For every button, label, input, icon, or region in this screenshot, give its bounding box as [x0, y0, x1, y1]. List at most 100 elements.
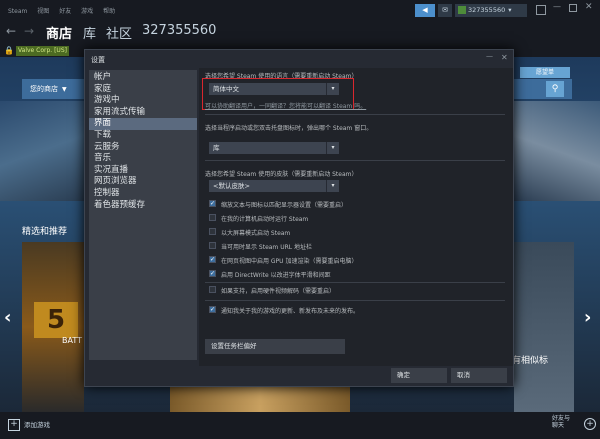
nav-item-downloads[interactable]: 下载 — [89, 130, 197, 142]
back-arrow-icon[interactable]: ← — [6, 24, 16, 38]
lock-icon: 🔒 — [4, 46, 14, 55]
wishlist-button[interactable]: 愿望单 — [520, 67, 570, 78]
option-label: 当可用时显示 Steam URL 地址栏 — [221, 244, 312, 251]
friends-chat-button[interactable]: 好友与 聊天 — [552, 415, 580, 429]
minimize-icon[interactable]: — — [553, 2, 561, 11]
separator — [205, 300, 505, 301]
menu-steam[interactable]: Steam — [8, 8, 27, 15]
option-row[interactable]: ✓ 通知我关于我的游戏的更新、新发布及未来的发布。 — [209, 305, 509, 315]
close-icon[interactable]: ✕ — [585, 2, 593, 12]
account-avatar — [458, 6, 466, 14]
bottom-art — [170, 387, 350, 412]
nav-item-music[interactable]: 音乐 — [89, 153, 197, 165]
checkmark-icon[interactable]: ✓ — [209, 306, 216, 313]
account-name: 327355560 — [468, 6, 506, 14]
option-checkbox[interactable] — [209, 214, 216, 221]
plus-icon: + — [8, 419, 20, 431]
nav-item-family[interactable]: 家庭 — [89, 84, 197, 96]
chevron-down-icon: ▾ — [326, 180, 339, 192]
nav-item-broadcast[interactable]: 实况直播 — [89, 165, 197, 177]
settings-nav: 帐户 家庭 游戏中 家用流式传输 界面 下载 云服务 音乐 实况直播 网页浏览器… — [89, 70, 197, 360]
maximize-icon[interactable] — [569, 4, 577, 12]
nav-row: ← → 商店 库 社区 327355560 — [0, 19, 600, 45]
nav-community[interactable]: 社区 — [106, 23, 132, 42]
nav-item-ingame[interactable]: 游戏中 — [89, 95, 197, 107]
similar-tag-text: 有相似标 — [512, 356, 549, 366]
skin-label: 选择您希望 Steam 使用的皮肤（需要重新启动 Steam） — [205, 171, 358, 178]
broadcast-button[interactable]: ◀ — [415, 4, 435, 17]
checkmark-icon[interactable]: ✓ — [209, 270, 216, 277]
dialog-minimize-icon[interactable]: — — [486, 52, 493, 60]
notifications-button[interactable]: ✉ — [438, 4, 452, 17]
skin-dropdown[interactable]: <默认皮肤> ▾ — [209, 180, 339, 192]
add-game-button[interactable]: + 添加游戏 — [8, 418, 50, 432]
forward-arrow-icon[interactable]: → — [24, 24, 34, 38]
search-icon: ⚲ — [551, 84, 559, 94]
menu-friends[interactable]: 好友 — [59, 8, 71, 15]
chevron-down-icon: ▾ — [508, 6, 512, 14]
option-row[interactable]: ✓ 启用 DirectWrite 以改进字体平滑和间距 — [209, 269, 509, 279]
dialog-close-icon[interactable]: ✕ — [501, 53, 508, 62]
taskbar-preferences-button[interactable]: 设置任务栏偏好 — [205, 339, 345, 354]
option-row[interactable]: ✓ 在网页视图中启用 GPU 加速渲染（需要重启电脑） — [209, 255, 509, 265]
hero-art-left — [0, 101, 84, 201]
search-button[interactable]: ⚲ — [546, 81, 564, 97]
carousel-left-arrow[interactable]: ‹ — [4, 307, 11, 328]
dialog-titlebar: 设置 — ✕ — [85, 50, 515, 68]
dialog-title: 设置 — [91, 56, 105, 64]
start-window-dropdown[interactable]: 库 ▾ — [209, 142, 339, 154]
option-row[interactable]: 在我的计算机启动时运行 Steam — [209, 213, 509, 223]
option-row[interactable]: 当可用时显示 Steam URL 地址栏 — [209, 241, 509, 251]
settings-content: 选择您希望 Steam 使用的语言（需要重新启动 Steam） 简体中文 ▾ 可… — [199, 68, 513, 366]
option-checkbox[interactable] — [209, 228, 216, 235]
separator — [205, 160, 505, 161]
option-label: 通知我关于我的游戏的更新、新发布及未来的发布。 — [221, 308, 360, 315]
bigpicture-icon[interactable] — [536, 5, 546, 15]
game-logo: 5 — [34, 302, 78, 338]
menu-bar: Steam 视图 好友 游戏 帮助 ◀ ✉ 327355560 ▾ — ✕ — [0, 0, 600, 19]
mail-icon: ✉ — [442, 6, 448, 14]
option-label: 启用 DirectWrite 以改进字体平滑和间距 — [221, 272, 331, 279]
nav-item-web-browser[interactable]: 网页浏览器 — [89, 176, 197, 188]
option-checkbox[interactable] — [209, 286, 216, 293]
chevron-down-icon: ▾ — [326, 142, 339, 154]
settings-dialog: 设置 — ✕ 帐户 家庭 游戏中 家用流式传输 界面 下载 云服务 音乐 实况直… — [84, 49, 514, 387]
translation-help-link[interactable]: 可以协助翻译用户，一同翻译？您将能可以翻译 Steam 吗。 — [205, 101, 366, 110]
option-row[interactable]: 如果支持，启用硬件视频解码（需要重启） — [209, 285, 509, 295]
nav-item-remote-play[interactable]: 家用流式传输 — [89, 107, 197, 119]
ok-button[interactable]: 确定 — [391, 368, 447, 383]
game-label: BATT — [62, 336, 82, 345]
nav-library[interactable]: 库 — [83, 23, 96, 42]
nav-item-cloud[interactable]: 云服务 — [89, 142, 197, 154]
nav-item-account[interactable]: 帐户 — [89, 72, 197, 84]
menu-view[interactable]: 视图 — [37, 8, 49, 15]
checkmark-icon[interactable]: ✓ — [209, 200, 216, 207]
option-row[interactable]: ✓ 缩放文本与图标以匹配显示器设置（需要重启） — [209, 199, 509, 209]
hero-art-right — [514, 101, 600, 201]
menu-games[interactable]: 游戏 — [81, 8, 93, 15]
option-row[interactable]: 以大屏幕模式启动 Steam — [209, 227, 509, 237]
nav-store[interactable]: 商店 — [46, 23, 72, 42]
separator — [205, 114, 505, 115]
featured-heading: 精选和推荐 — [22, 227, 68, 237]
nav-item-interface[interactable]: 界面 — [89, 118, 197, 130]
checkmark-icon[interactable]: ✓ — [209, 256, 216, 263]
separator — [205, 282, 505, 283]
nav-item-controller[interactable]: 控制器 — [89, 188, 197, 200]
cert-badge: Valve Corp. [US] — [16, 46, 69, 56]
option-checkbox[interactable] — [209, 242, 216, 249]
option-label: 缩放文本与图标以匹配显示器设置（需要重启） — [221, 202, 348, 209]
option-label: 如果支持，启用硬件视频解码（需要重启） — [221, 288, 336, 295]
megaphone-icon: ◀ — [422, 6, 428, 14]
friends-plus-icon[interactable]: + — [584, 418, 596, 430]
right-capsule[interactable] — [514, 242, 574, 412]
cancel-button[interactable]: 取消 — [451, 368, 507, 383]
carousel-right-arrow[interactable]: › — [584, 307, 591, 328]
start-window-label: 选择当程序启动或您双击托盘图标时，弹出哪个 Steam 窗口。 — [205, 125, 373, 132]
nav-profile[interactable]: 327355560 — [142, 23, 216, 38]
nav-item-shader-cache[interactable]: 着色器预缓存 — [89, 200, 197, 212]
your-store-menu[interactable]: 您的商店 ▼ — [22, 79, 84, 99]
menu-help[interactable]: 帮助 — [103, 8, 115, 15]
bottom-bar: + 添加游戏 好友与 聊天 + — [0, 412, 600, 439]
account-dropdown[interactable]: 327355560 ▾ — [455, 4, 527, 17]
